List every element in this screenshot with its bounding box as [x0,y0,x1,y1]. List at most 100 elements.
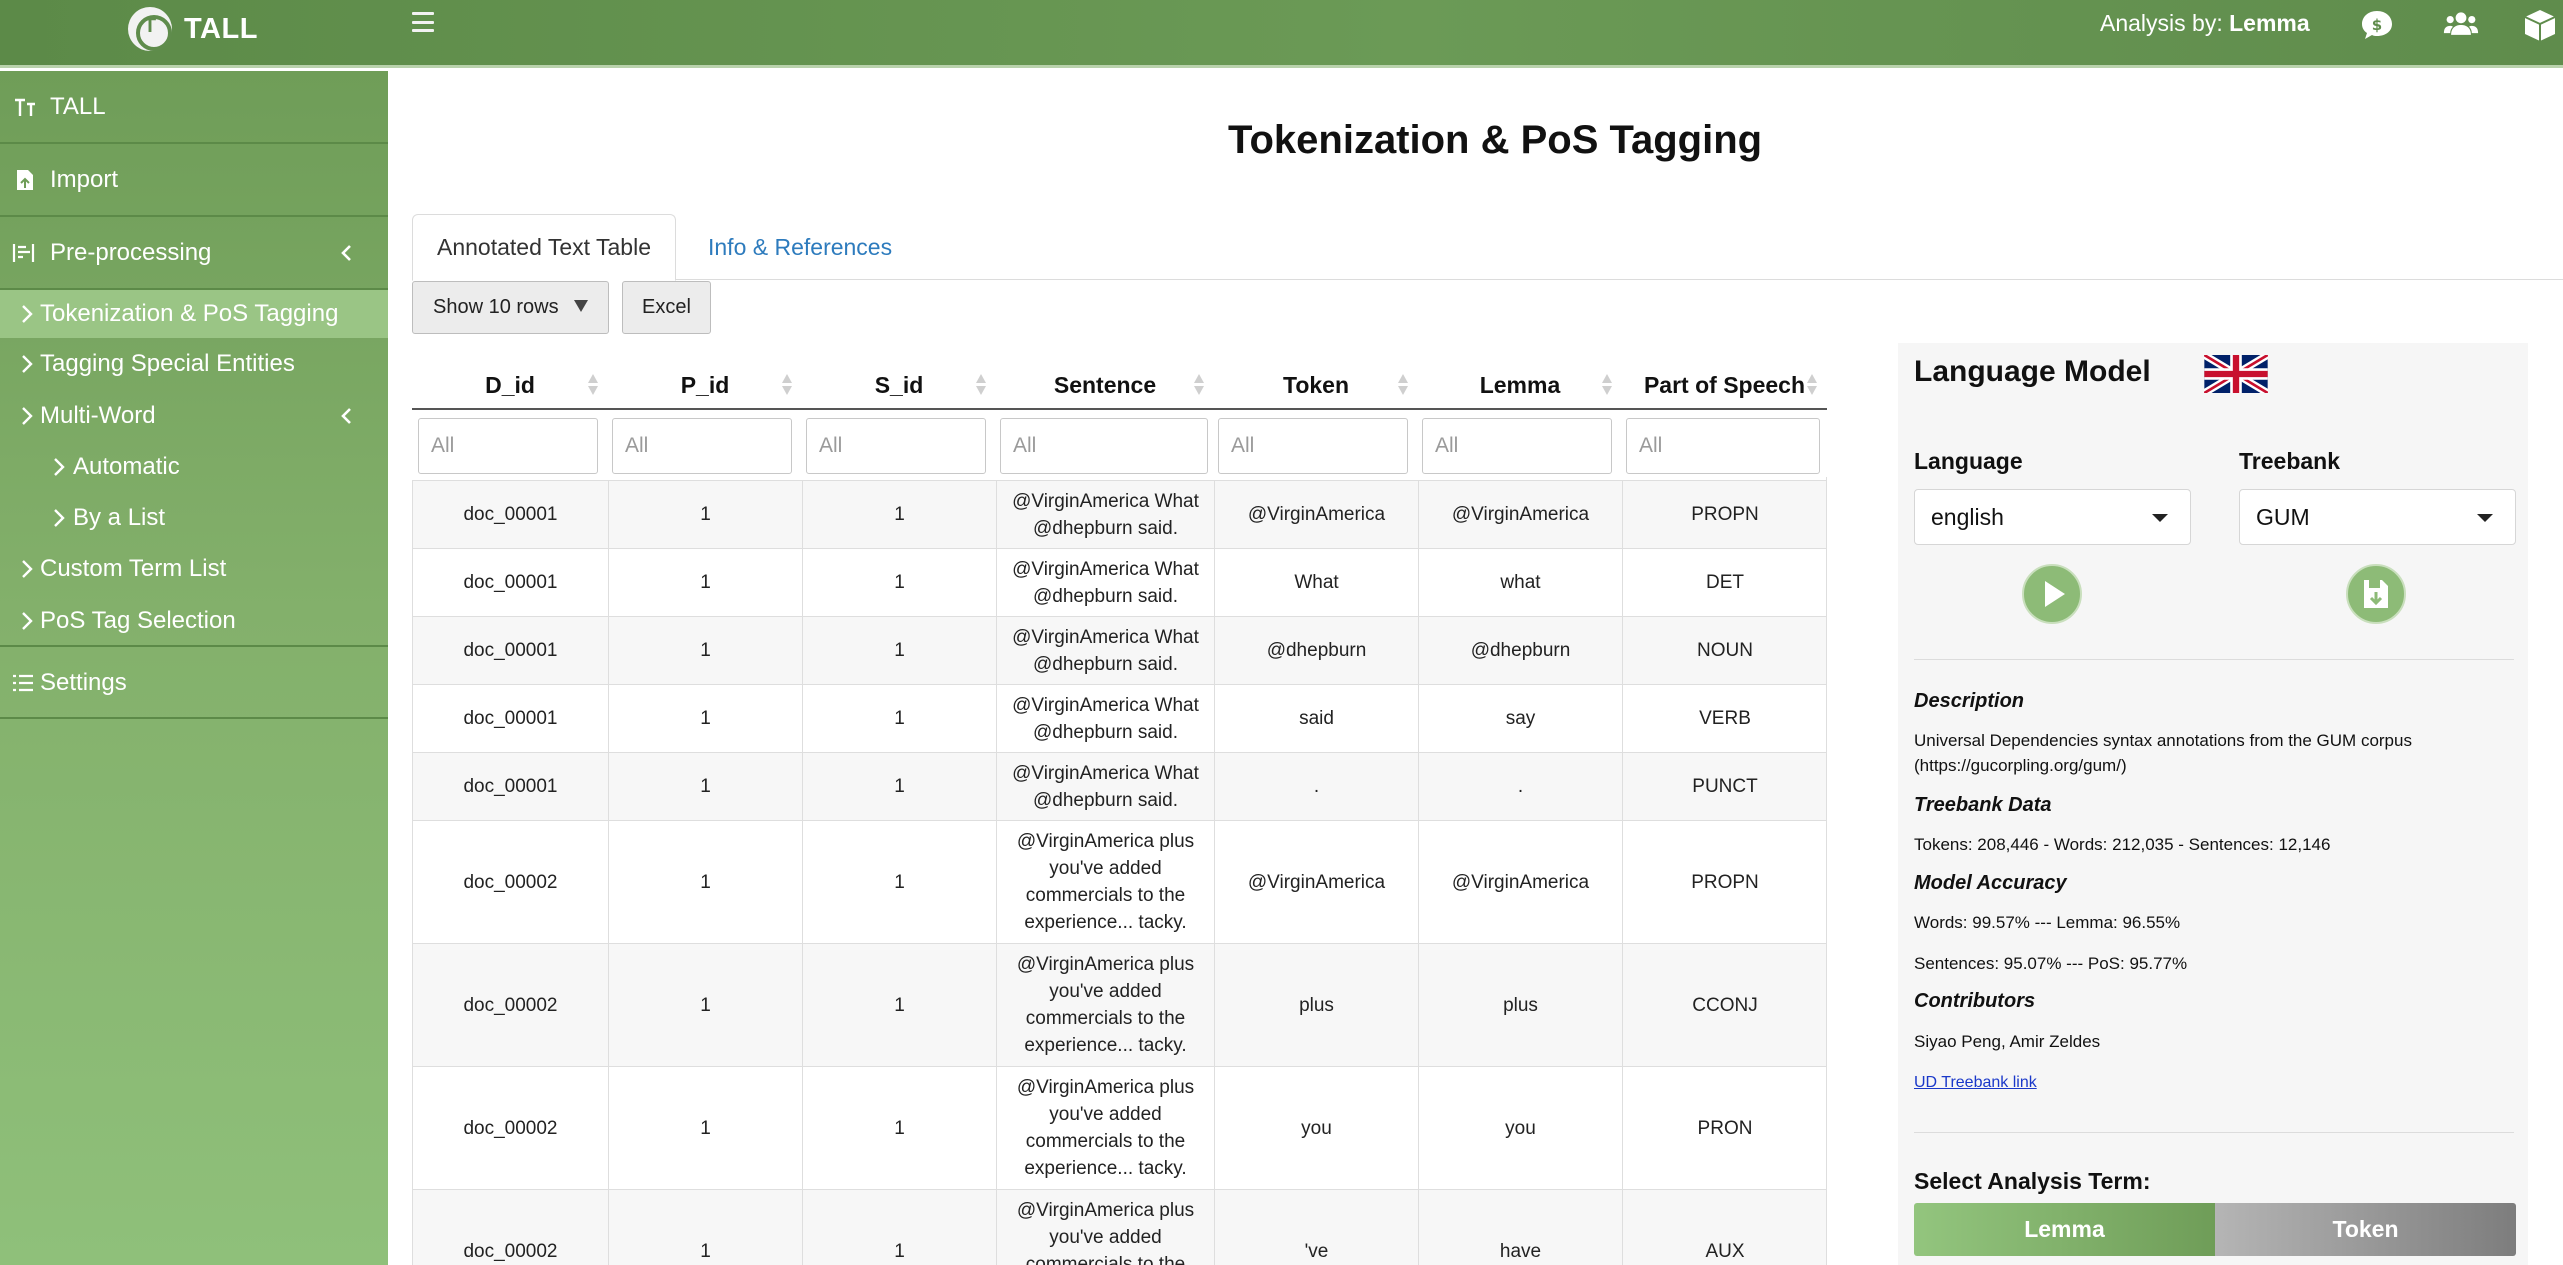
save-download-button[interactable] [2346,564,2406,624]
column-header-part-of-speech[interactable]: Part of Speech [1622,360,1827,410]
sidebar-item-automatic[interactable]: Automatic [0,443,388,491]
chevron-right-icon [22,407,33,425]
cell-d-id: doc_00001 [412,753,608,820]
table-row[interactable]: doc_00001 1 1 @VirginAmerica What @dhepburn… [412,480,1827,548]
table-row[interactable]: doc_00002 1 1 @VirginAmerica plus you've ad… [412,943,1827,1066]
language-select-value: english [1931,503,2004,530]
sidebar-item-settings[interactable]: Settings [0,649,388,719]
filter-input-token[interactable] [1218,418,1408,474]
column-header-s-id[interactable]: S_id [802,360,996,410]
filter-input-sentence[interactable] [1000,418,1208,474]
table-row[interactable]: doc_00002 1 1 @VirginAmerica plus you've ad… [412,820,1827,943]
cell-lemma: @VirginAmerica [1418,481,1622,548]
column-header-d-id[interactable]: D_id [412,360,608,410]
cell-lemma: what [1418,549,1622,616]
cell-s-id: 1 [802,1190,996,1265]
sidebar-item-multi-word[interactable]: Multi-Word [0,392,388,440]
sidebar-item-tokenization[interactable]: Tokenization & PoS Tagging [0,290,388,338]
cell-d-id: doc_00002 [412,1190,608,1265]
cell-s-id: 1 [802,944,996,1066]
language-model-panel: Language Model Language Treebank english… [1898,343,2528,1265]
sidebar-item-special-entities[interactable]: Tagging Special Entities [0,340,388,388]
treebank-select[interactable]: GUM [2239,489,2516,545]
cell-d-id: doc_00002 [412,821,608,943]
column-header-label: S_id [874,371,924,398]
column-header-lemma[interactable]: Lemma [1418,360,1622,410]
hamburger-menu-icon[interactable] [412,12,434,32]
filter-input-lemma[interactable] [1422,418,1612,474]
cell-sentence: @VirginAmerica plus you've added commerc… [996,821,1214,943]
cell-p-id: 1 [608,1190,802,1265]
table-row[interactable]: doc_00002 1 1 @VirginAmerica plus you've ad… [412,1189,1827,1265]
cell-token: plus [1214,944,1418,1066]
sort-icon [1398,374,1408,396]
model-accuracy-line-2: Sentences: 95.07% --- PoS: 95.77% [1914,954,2188,973]
column-header-sentence[interactable]: Sentence [996,360,1214,410]
contributors-text: Siyao Peng, Amir Zeldes [1914,1032,2101,1051]
cell-token: . [1214,753,1418,820]
table-row[interactable]: doc_00001 1 1 @VirginAmerica What @dhepburn… [412,752,1827,820]
cell-part-of-speech: NOUN [1622,617,1827,684]
table-row[interactable]: doc_00001 1 1 @VirginAmerica What @dhepburn… [412,616,1827,684]
analysis-by-label: Analysis by: [2100,10,2230,36]
cell-lemma: @dhepburn [1418,617,1622,684]
cell-sentence: @VirginAmerica What @dhepburn said. [996,685,1214,752]
brand[interactable]: TALL [128,6,258,52]
tab-info-references[interactable]: Info & References [684,214,916,281]
chevron-left-icon[interactable] [337,243,357,263]
sidebar-item-label: Settings [40,669,127,696]
table-row[interactable]: doc_00001 1 1 @VirginAmerica What @dhepburn… [412,548,1827,616]
cell-sentence: @VirginAmerica plus you've added commerc… [996,1190,1214,1265]
language-select[interactable]: english [1914,489,2191,545]
column-header-p-id[interactable]: P_id [608,360,802,410]
sidebar-item-label: Tokenization & PoS Tagging [40,300,339,327]
dropdown-arrow-icon [2477,514,2493,522]
show-rows-button[interactable]: Show 10 rows [412,281,609,334]
filter-input-d-id[interactable] [418,418,598,474]
model-accuracy-line-1: Words: 99.57% --- Lemma: 96.55% [1914,913,2181,932]
sidebar-item-custom-term-list[interactable]: Custom Term List [0,545,388,593]
cell-token: @VirginAmerica [1214,821,1418,943]
filter-input-part-of-speech[interactable] [1626,418,1820,474]
sidebar-item-label: TALL [50,92,106,120]
excel-export-button[interactable]: Excel [622,281,711,334]
lemma-toggle-button[interactable]: Lemma [1914,1203,2215,1256]
cell-sentence: @VirginAmerica plus you've added commerc… [996,944,1214,1066]
cell-p-id: 1 [608,549,802,616]
token-toggle-button[interactable]: Token [2215,1203,2516,1256]
contributors-heading: Contributors [1914,990,2036,1012]
sidebar-item-label: PoS Tag Selection [40,607,236,634]
description-text: Universal Dependencies syntax annotation… [1914,731,2412,775]
cell-sentence: @VirginAmerica plus you've added commerc… [996,1067,1214,1189]
cell-token: you [1214,1067,1418,1189]
table-row[interactable]: doc_00001 1 1 @VirginAmerica What @dhepburn… [412,684,1827,752]
sidebar-item-pos-tag-selection[interactable]: PoS Tag Selection [0,597,388,647]
sidebar-item-label: Import [50,165,119,193]
column-header-token[interactable]: Token [1214,360,1418,410]
ud-treebank-link[interactable]: UD Treebank link [1914,1074,2037,1092]
tab-annotated-text-table[interactable]: Annotated Text Table [412,214,676,281]
svg-text:$: $ [2372,16,2382,34]
column-header-label: D_id [485,371,535,398]
users-icon[interactable] [2443,8,2479,42]
run-button[interactable] [2022,564,2082,624]
dollar-bubble-icon[interactable]: $ [2359,8,2395,42]
model-accuracy-heading: Model Accuracy [1914,872,2067,894]
dropdown-arrow-icon [2152,514,2168,522]
sidebar-item-label: Pre-processing [50,238,212,266]
sidebar-item-tall[interactable]: TALL [0,71,388,144]
cell-part-of-speech: PROPN [1622,821,1827,943]
filter-input-s-id[interactable] [806,418,986,474]
caret-down-icon [574,300,588,312]
chevron-left-icon[interactable] [337,406,357,426]
uk-flag-icon [2204,355,2268,393]
play-icon [2045,581,2065,607]
sidebar-item-import[interactable]: Import [0,144,388,217]
cube-icon[interactable] [2522,8,2558,42]
filter-input-p-id[interactable] [612,418,792,474]
sidebar-item-by-a-list[interactable]: By a List [0,494,388,542]
table-row[interactable]: doc_00002 1 1 @VirginAmerica plus you've ad… [412,1066,1827,1189]
sidebar-item-preprocessing[interactable]: Pre-processing [0,217,388,290]
cell-sentence: @VirginAmerica What @dhepburn said. [996,549,1214,616]
cell-token: What [1214,549,1418,616]
